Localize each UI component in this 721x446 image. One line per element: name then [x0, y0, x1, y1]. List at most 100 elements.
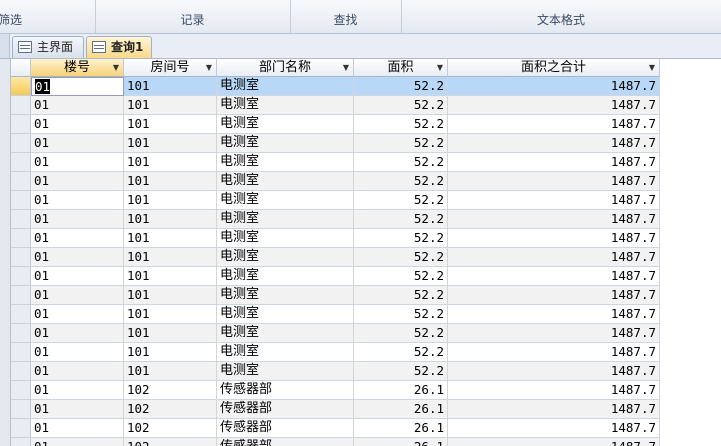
- table-cell[interactable]: 01: [31, 400, 124, 419]
- table-cell[interactable]: 01: [31, 172, 124, 191]
- table-cell[interactable]: 52.2: [354, 210, 448, 229]
- table-cell[interactable]: 101: [124, 343, 217, 362]
- table-cell[interactable]: 52.2: [354, 305, 448, 324]
- column-header-col-area-sum[interactable]: 面积之合计 ▼: [448, 59, 660, 77]
- row-selector[interactable]: [11, 286, 31, 305]
- table-cell[interactable]: 1487.7: [448, 248, 660, 267]
- row-selector[interactable]: [11, 248, 31, 267]
- table-cell[interactable]: 电测室: [217, 96, 354, 115]
- table-cell[interactable]: 101: [124, 96, 217, 115]
- column-header-col-dept[interactable]: 部门名称 ▼: [217, 59, 354, 77]
- tab-main-form[interactable]: 主界面: [12, 36, 84, 58]
- table-cell[interactable]: 52.2: [354, 248, 448, 267]
- table-cell[interactable]: 101: [124, 362, 217, 381]
- table-cell[interactable]: 01: [31, 419, 124, 438]
- table-cell[interactable]: 电测室: [217, 134, 354, 153]
- dropdown-arrow-icon[interactable]: ▼: [113, 59, 119, 77]
- table-cell[interactable]: 传感器部: [217, 400, 354, 419]
- row-selector[interactable]: [11, 419, 31, 438]
- column-header-col-building[interactable]: 楼号 ▼: [31, 59, 124, 77]
- row-selector[interactable]: [11, 115, 31, 134]
- table-cell[interactable]: 52.2: [354, 172, 448, 191]
- table-cell[interactable]: 01: [31, 153, 124, 172]
- table-cell[interactable]: 101: [124, 115, 217, 134]
- navigation-pane-collapsed[interactable]: [0, 59, 11, 446]
- table-cell[interactable]: 26.1: [354, 419, 448, 438]
- table-cell[interactable]: 电测室: [217, 210, 354, 229]
- table-cell[interactable]: 1487.7: [448, 343, 660, 362]
- table-cell[interactable]: 1487.7: [448, 115, 660, 134]
- column-header-col-area[interactable]: 面积 ▼: [354, 59, 448, 77]
- table-cell[interactable]: 1487.7: [448, 419, 660, 438]
- table-cell[interactable]: 101: [124, 172, 217, 191]
- table-cell[interactable]: 52.2: [354, 343, 448, 362]
- table-cell[interactable]: 01: [31, 96, 124, 115]
- table-cell[interactable]: 电测室: [217, 248, 354, 267]
- table-cell[interactable]: 52.2: [354, 153, 448, 172]
- row-selector[interactable]: [11, 96, 31, 115]
- table-cell[interactable]: 52.2: [354, 96, 448, 115]
- table-cell[interactable]: 101: [124, 248, 217, 267]
- table-cell[interactable]: 电测室: [217, 343, 354, 362]
- table-cell[interactable]: 传感器部: [217, 438, 354, 446]
- row-selector[interactable]: [11, 381, 31, 400]
- table-cell[interactable]: 1487.7: [448, 324, 660, 343]
- table-cell[interactable]: 传感器部: [217, 381, 354, 400]
- row-selector[interactable]: [11, 305, 31, 324]
- table-cell[interactable]: 电测室: [217, 305, 354, 324]
- table-cell[interactable]: 电测室: [217, 324, 354, 343]
- table-cell[interactable]: 电测室: [217, 267, 354, 286]
- table-cell[interactable]: 101: [124, 77, 217, 96]
- table-cell[interactable]: 52.2: [354, 134, 448, 153]
- table-cell[interactable]: 01: [31, 210, 124, 229]
- row-selector[interactable]: [11, 172, 31, 191]
- table-cell[interactable]: 01: [31, 305, 124, 324]
- row-selector[interactable]: [11, 324, 31, 343]
- row-selector[interactable]: [11, 362, 31, 381]
- table-cell[interactable]: 101: [124, 267, 217, 286]
- table-cell[interactable]: 101: [124, 191, 217, 210]
- table-cell[interactable]: 电测室: [217, 362, 354, 381]
- table-cell[interactable]: 101: [124, 324, 217, 343]
- table-cell[interactable]: 01: [31, 134, 124, 153]
- table-cell[interactable]: 1487.7: [448, 96, 660, 115]
- row-selector[interactable]: [11, 438, 31, 446]
- row-selector[interactable]: [11, 134, 31, 153]
- table-cell[interactable]: 101: [124, 305, 217, 324]
- table-cell[interactable]: 102: [124, 438, 217, 446]
- table-cell[interactable]: 电测室: [217, 229, 354, 248]
- table-cell[interactable]: 1487.7: [448, 191, 660, 210]
- table-cell[interactable]: 01: [31, 324, 124, 343]
- table-cell[interactable]: 1487.7: [448, 267, 660, 286]
- table-cell[interactable]: 电测室: [217, 286, 354, 305]
- dropdown-arrow-icon[interactable]: ▼: [343, 59, 349, 77]
- table-cell[interactable]: 1487.7: [448, 362, 660, 381]
- table-cell[interactable]: 1487.7: [448, 286, 660, 305]
- table-cell[interactable]: 01: [31, 343, 124, 362]
- table-cell[interactable]: 101: [124, 286, 217, 305]
- table-cell[interactable]: 电测室: [217, 77, 354, 96]
- table-cell[interactable]: 1487.7: [448, 134, 660, 153]
- table-cell[interactable]: 1487.7: [448, 381, 660, 400]
- table-cell[interactable]: 1487.7: [448, 438, 660, 446]
- table-cell[interactable]: 01: [31, 115, 124, 134]
- table-cell[interactable]: 52.2: [354, 324, 448, 343]
- table-cell[interactable]: 1487.7: [448, 210, 660, 229]
- table-cell[interactable]: 01: [31, 77, 124, 96]
- table-cell[interactable]: 01: [31, 248, 124, 267]
- row-selector[interactable]: [11, 191, 31, 210]
- column-header-col-room[interactable]: 房间号 ▼: [124, 59, 217, 77]
- table-cell[interactable]: 52.2: [354, 362, 448, 381]
- table-cell[interactable]: 传感器部: [217, 419, 354, 438]
- table-cell[interactable]: 101: [124, 153, 217, 172]
- row-selector[interactable]: [11, 343, 31, 362]
- table-cell[interactable]: 1487.7: [448, 153, 660, 172]
- table-cell[interactable]: 52.2: [354, 229, 448, 248]
- table-cell[interactable]: 52.2: [354, 267, 448, 286]
- row-selector[interactable]: [11, 77, 31, 96]
- table-cell[interactable]: 01: [31, 286, 124, 305]
- table-cell[interactable]: 101: [124, 229, 217, 248]
- table-cell[interactable]: 电测室: [217, 172, 354, 191]
- table-cell[interactable]: 52.2: [354, 286, 448, 305]
- table-cell[interactable]: 电测室: [217, 191, 354, 210]
